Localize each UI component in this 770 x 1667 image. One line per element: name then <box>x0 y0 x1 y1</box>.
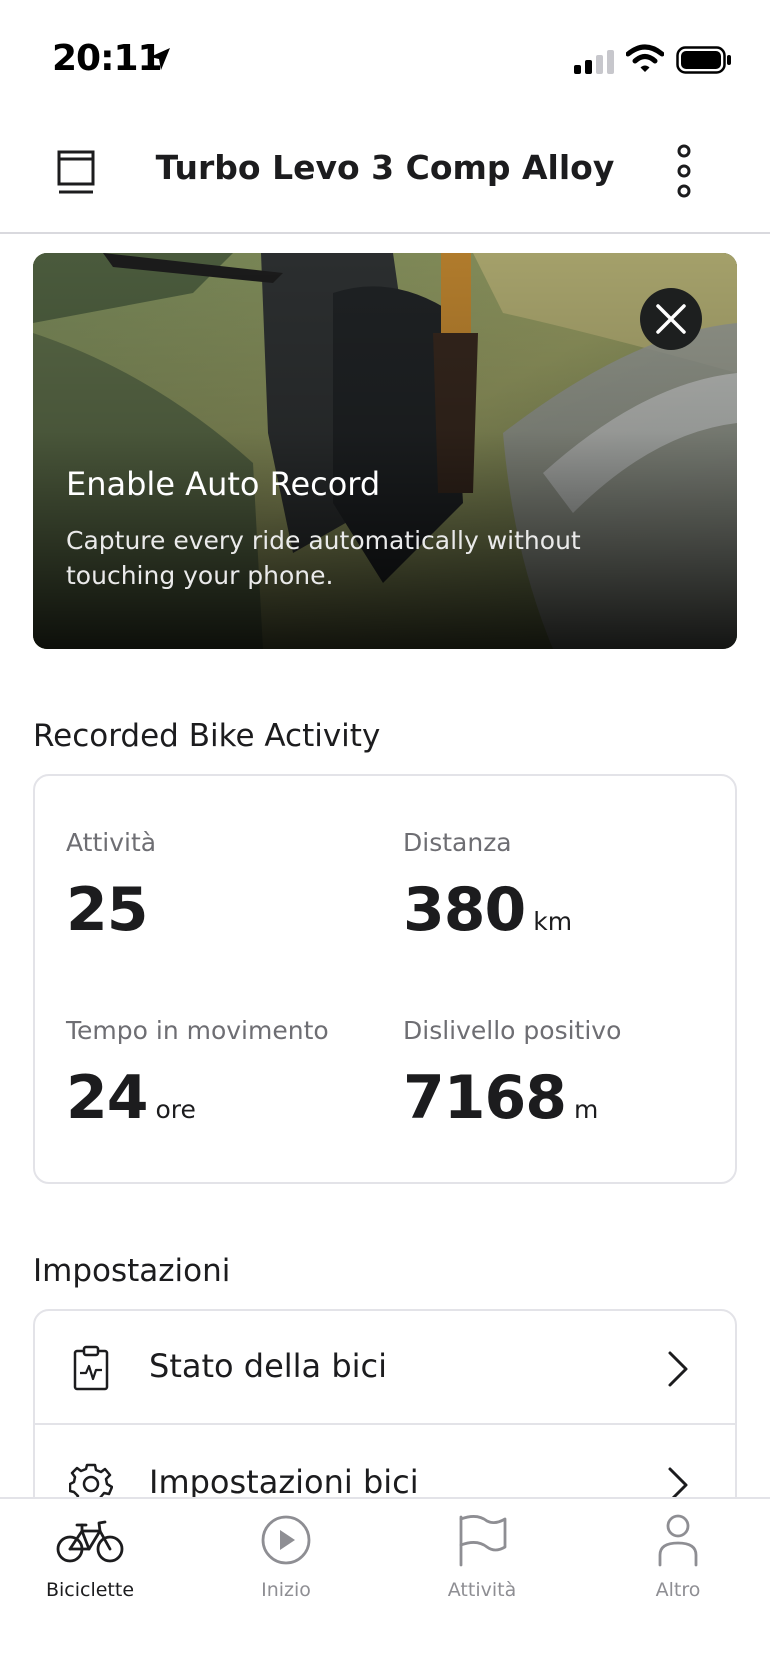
stat-label: Dislivello positivo <box>403 1016 622 1045</box>
tab-attivita[interactable]: Attività <box>387 1513 577 1613</box>
auto-record-banner[interactable]: Enable Auto Record Capture every ride au… <box>33 253 737 649</box>
tab-biciclette[interactable]: Biciclette <box>0 1513 185 1613</box>
more-options-icon[interactable] <box>660 142 710 200</box>
stat-number: 24 <box>66 1063 148 1133</box>
flag-icon <box>459 1515 507 1567</box>
activity-stats-card: Attività 25 Distanza 380 km Tempo in movi… <box>33 774 737 1184</box>
stat-unit: ore <box>155 1095 196 1124</box>
bicycle-icon <box>56 1520 124 1563</box>
close-banner-button[interactable] <box>640 288 702 350</box>
navigation-bar: Turbo Levo 3 Comp Alloy <box>0 120 770 234</box>
stat-label: Tempo in movimento <box>66 1016 329 1045</box>
settings-item-label: Impostazioni bici <box>149 1463 419 1501</box>
stat-unit: m <box>574 1095 599 1124</box>
stat-value: 7168 m <box>403 1063 621 1133</box>
clipboard-pulse-icon <box>73 1345 109 1391</box>
status-bar: 20:11 <box>0 0 770 120</box>
play-icon <box>261 1515 311 1565</box>
stat-label: Attività <box>66 828 157 857</box>
tab-label: Biciclette <box>45 1579 135 1601</box>
tab-label: Attività <box>447 1579 517 1601</box>
stat-unit: km <box>533 907 573 936</box>
settings-section-title: Impostazioni <box>33 1253 231 1289</box>
stat-value: 24 ore <box>66 1063 329 1133</box>
cellular-signal-icon <box>574 50 614 74</box>
wifi-icon <box>626 44 664 72</box>
stat-number: 7168 <box>403 1063 567 1133</box>
stat-elevation-gain: Dislivello positivo 7168 m <box>403 1016 621 1133</box>
location-arrow-icon <box>150 48 170 70</box>
tab-inizio[interactable]: Inizio <box>191 1513 381 1613</box>
stat-distance: Distanza 380 km <box>403 828 572 945</box>
chevron-right-icon <box>668 1351 688 1387</box>
page-title: Turbo Levo 3 Comp Alloy <box>155 148 615 187</box>
stat-number: 380 <box>403 875 526 945</box>
activity-section-title: Recorded Bike Activity <box>33 718 381 754</box>
status-time: 20:11 <box>52 38 163 79</box>
stat-moving-time: Tempo in movimento 24 ore <box>66 1016 329 1133</box>
stat-label: Distanza <box>403 828 512 857</box>
stat-number: 25 <box>66 875 148 945</box>
banner-title: Enable Auto Record <box>66 465 381 503</box>
tab-altro[interactable]: Altro <box>583 1513 770 1613</box>
stat-value: 25 <box>66 875 156 945</box>
tab-bar: Biciclette Inizio Attività Altro <box>0 1497 770 1667</box>
bike-list-icon[interactable] <box>50 140 102 200</box>
close-icon <box>656 304 686 334</box>
battery-icon <box>676 46 731 74</box>
person-icon <box>658 1514 698 1567</box>
tab-label: Altro <box>655 1579 701 1601</box>
tab-label: Inizio <box>261 1579 311 1601</box>
stat-value: 380 km <box>403 875 572 945</box>
banner-description: Capture every ride automatically without… <box>66 526 581 590</box>
stat-activities: Attività 25 <box>66 828 156 945</box>
settings-item-bike-status[interactable]: Stato della bici <box>35 1311 735 1425</box>
settings-item-label: Stato della bici <box>149 1347 388 1385</box>
